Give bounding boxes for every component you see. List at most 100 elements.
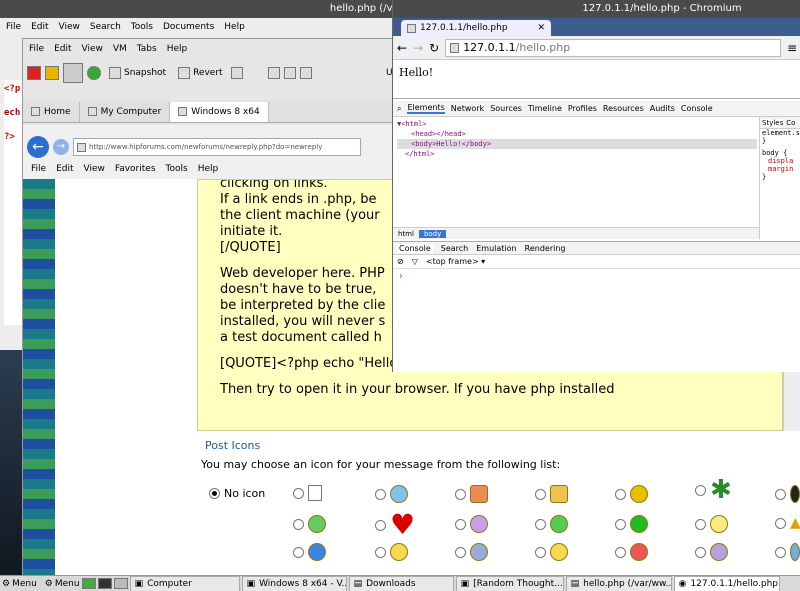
fullscreen-icon[interactable] xyxy=(284,67,296,79)
taskbar-item-gedit[interactable]: ▤ hello.php (/var/ww... xyxy=(565,575,672,591)
start-menu-button[interactable]: ⚙ Menu xyxy=(2,579,37,589)
devtools-tab-audits[interactable]: Audits xyxy=(650,104,675,113)
snapshot-button[interactable]: Snapshot xyxy=(105,63,170,83)
devtools-tab-elements[interactable]: Elements xyxy=(407,103,445,114)
inspect-icon[interactable]: ⌕ xyxy=(397,104,401,114)
icon-radio[interactable] xyxy=(375,546,386,558)
forward-icon[interactable]: → xyxy=(413,41,423,55)
filter-icon[interactable]: ▽ xyxy=(412,257,418,266)
gedit-menu-tools[interactable]: Tools xyxy=(131,22,153,32)
play-icon[interactable] xyxy=(63,63,83,83)
taskbar-item-downloads[interactable]: ▤ Downloads xyxy=(348,575,454,591)
computed-tab[interactable]: Co xyxy=(786,119,795,127)
taskbar-item-forum[interactable]: ▣ [Random Thought... xyxy=(455,575,564,591)
vm-menu-edit[interactable]: Edit xyxy=(54,44,71,54)
icon-radio[interactable] xyxy=(695,518,706,530)
snapshot-manager-icon[interactable] xyxy=(230,67,243,79)
gedit-text-area[interactable]: <?p ech ?> xyxy=(4,80,24,325)
icon-radio[interactable] xyxy=(293,487,304,499)
restart-icon[interactable] xyxy=(87,66,101,80)
devtools-tab-network[interactable]: Network xyxy=(451,104,484,113)
devtools-tab-sources[interactable]: Sources xyxy=(490,104,522,113)
ie-menu-file[interactable]: File xyxy=(31,164,46,174)
vm-menu-vm[interactable]: VM xyxy=(113,44,127,54)
dom-node-body[interactable]: <body>Hello!</body> xyxy=(397,139,757,149)
taskbar-item-chromium[interactable]: ◉ 127.0.1.1/hello.php xyxy=(673,575,780,591)
tab-windows8[interactable]: Windows 8 x64 xyxy=(170,101,269,122)
frame-selector[interactable]: <top frame> ▾ xyxy=(426,257,485,266)
vm-menu-view[interactable]: View xyxy=(82,44,103,54)
devtools-tab-profiles[interactable]: Profiles xyxy=(568,104,597,113)
ie-menu-help[interactable]: Help xyxy=(198,164,219,174)
icon-radio[interactable] xyxy=(775,546,786,558)
dom-node-html[interactable]: ▼<html> xyxy=(397,119,757,129)
icon-radio[interactable] xyxy=(535,488,546,500)
gedit-menu-file[interactable]: File xyxy=(6,22,21,32)
vm-menu-tabs[interactable]: Tabs xyxy=(137,44,157,54)
icon-radio[interactable] xyxy=(695,484,706,496)
ie-menu-tools[interactable]: Tools xyxy=(166,164,188,174)
icon-radio[interactable] xyxy=(535,546,546,558)
dom-node-head[interactable]: <head></head> xyxy=(397,129,757,139)
tab-home[interactable]: Home xyxy=(23,101,80,122)
back-icon[interactable]: ← xyxy=(397,41,407,55)
start-menu-button-2[interactable]: ⚙ Menu xyxy=(45,579,80,589)
dom-node-html-close[interactable]: </html> xyxy=(397,149,757,159)
icon-radio[interactable] xyxy=(455,518,466,530)
crumb-body[interactable]: body xyxy=(418,229,447,238)
icon-radio[interactable] xyxy=(775,488,786,500)
crumb-html[interactable]: html xyxy=(393,230,419,238)
chromium-tab[interactable]: 127.0.1.1/hello.php ✕ xyxy=(401,20,551,36)
tab-my-computer[interactable]: My Computer xyxy=(80,101,171,122)
taskbar-item-computer[interactable]: ▣ Computer xyxy=(129,575,240,591)
icon-radio[interactable] xyxy=(375,519,386,531)
gedit-menu-documents[interactable]: Documents xyxy=(163,22,214,32)
no-icon-radio[interactable] xyxy=(209,488,220,499)
styles-tab[interactable]: Styles xyxy=(762,118,784,127)
gedit-menu-help[interactable]: Help xyxy=(224,22,245,32)
icon-radio[interactable] xyxy=(775,517,786,529)
close-icon[interactable]: ✕ xyxy=(537,23,545,33)
devtools-tab-console[interactable]: Console xyxy=(681,104,713,113)
icon-radio[interactable] xyxy=(615,518,626,530)
icon-radio[interactable] xyxy=(455,546,466,558)
icon-radio[interactable] xyxy=(535,518,546,530)
drawer-tab-rendering[interactable]: Rendering xyxy=(525,244,566,253)
drawer-tab-search[interactable]: Search xyxy=(441,244,468,253)
gedit-menu-search[interactable]: Search xyxy=(90,22,121,32)
reload-icon[interactable]: ↻ xyxy=(429,41,439,55)
icon-radio[interactable] xyxy=(615,546,626,558)
devtools-tab-timeline[interactable]: Timeline xyxy=(528,104,562,113)
revert-button[interactable]: Revert xyxy=(174,63,226,83)
power-off-icon[interactable] xyxy=(27,66,41,80)
terminal-icon[interactable] xyxy=(97,578,112,589)
show-desktop-icon[interactable] xyxy=(81,578,96,589)
icon-radio[interactable] xyxy=(293,546,304,558)
gedit-menu-view[interactable]: View xyxy=(59,22,80,32)
view-icon[interactable] xyxy=(268,67,280,79)
console-prompt[interactable]: › xyxy=(399,271,403,282)
files-icon[interactable] xyxy=(113,578,128,589)
pause-icon[interactable] xyxy=(45,66,59,80)
omnibox[interactable]: 127.0.1.1/hello.php xyxy=(445,38,781,57)
devtools-tab-resources[interactable]: Resources xyxy=(603,104,644,113)
vm-menu-help[interactable]: Help xyxy=(167,44,188,54)
icon-radio[interactable] xyxy=(615,488,626,500)
icon-radio[interactable] xyxy=(695,546,706,558)
drawer-tab-console[interactable]: Console xyxy=(397,243,433,253)
menu-icon[interactable]: ≡ xyxy=(787,41,797,55)
icon-radio[interactable] xyxy=(375,488,386,500)
clear-console-icon[interactable]: ⊘ xyxy=(397,257,404,266)
ie-menu-edit[interactable]: Edit xyxy=(56,164,73,174)
gedit-menu-edit[interactable]: Edit xyxy=(31,22,48,32)
ie-menu-favorites[interactable]: Favorites xyxy=(115,164,156,174)
unity-icon[interactable] xyxy=(300,67,312,79)
back-icon[interactable]: ← xyxy=(27,136,49,158)
ie-menu-view[interactable]: View xyxy=(84,164,105,174)
forward-icon[interactable]: → xyxy=(53,139,69,155)
taskbar-item-vm[interactable]: ▣ Windows 8 x64 - V... xyxy=(241,575,347,591)
icon-radio[interactable] xyxy=(293,518,304,530)
ie-address-bar[interactable]: http://www.hipforums.com/newforums/newre… xyxy=(73,138,361,156)
icon-radio[interactable] xyxy=(455,488,466,500)
vm-menu-file[interactable]: File xyxy=(29,44,44,54)
